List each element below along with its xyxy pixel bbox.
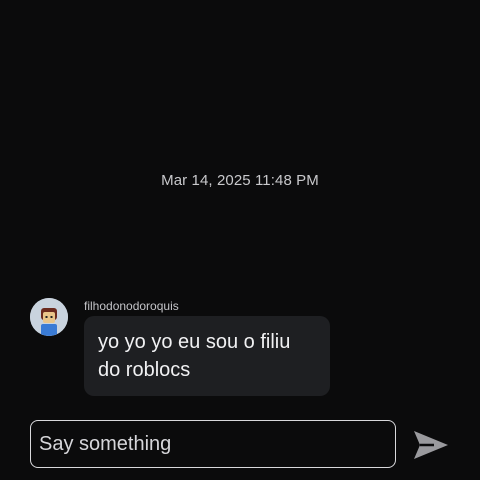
composer: [30, 420, 396, 468]
message-input[interactable]: [31, 421, 395, 467]
avatar-image: [30, 298, 68, 336]
message-group: filhodonodoroquis yo yo yo eu sou o fili…: [30, 296, 370, 400]
send-arrow-icon: [414, 431, 448, 459]
message-timestamp: Mar 14, 2025 11:48 PM: [161, 172, 319, 189]
message-username[interactable]: filhodonodoroquis: [84, 299, 179, 313]
avatar[interactable]: [30, 298, 68, 336]
message-input-box: [30, 420, 396, 468]
send-button[interactable]: [412, 428, 450, 462]
message-bubble: yo yo yo eu sou o filiu do roblocs: [84, 316, 330, 396]
chat-screen: Mar 14, 2025 11:48 PM filhodonodoroquis …: [0, 0, 480, 480]
